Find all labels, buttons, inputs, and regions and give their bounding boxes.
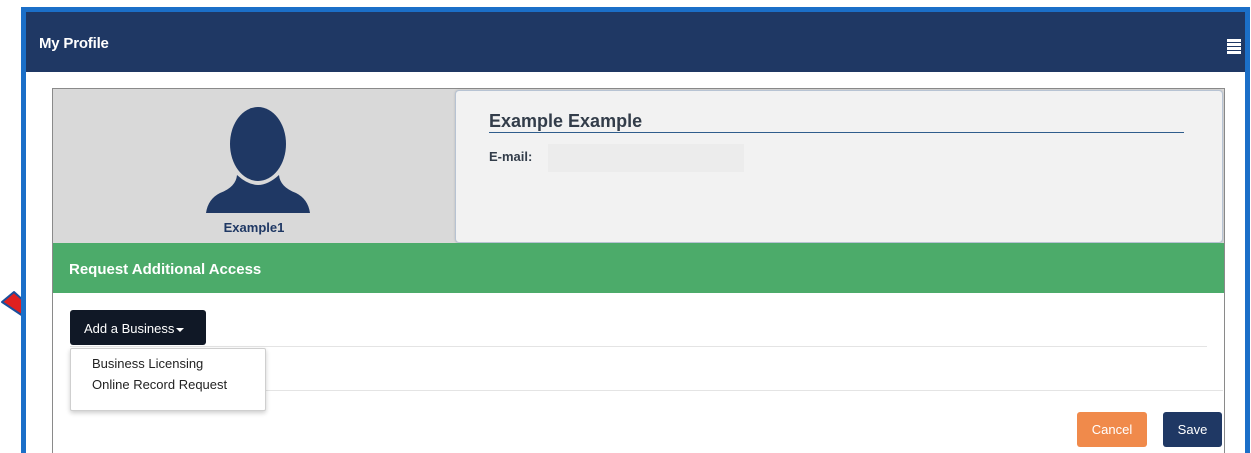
add-business-label: Add a Business (84, 321, 175, 336)
email-value (548, 144, 744, 172)
hamburger-menu-icon[interactable] (1227, 39, 1241, 54)
divider (70, 346, 1207, 347)
avatar-box: Example1 (53, 89, 455, 243)
name-underline (489, 132, 1184, 133)
business-dropdown-menu: Business Licensing Online Record Request (70, 348, 266, 411)
main-content: Example1 Example Example E-mail: Request… (26, 72, 1245, 453)
header-bar: My Profile (26, 12, 1245, 72)
profile-panel: Example1 Example Example E-mail: Request… (52, 88, 1225, 453)
cancel-button[interactable]: Cancel (1077, 412, 1147, 447)
save-button[interactable]: Save (1163, 412, 1222, 447)
page-title: My Profile (39, 35, 109, 52)
section-title: Request Additional Access (69, 261, 262, 278)
user-silhouette-icon (206, 107, 310, 213)
full-name: Example Example (489, 111, 643, 131)
menu-item-online-record-request[interactable]: Online Record Request (71, 378, 265, 399)
email-label: E-mail: (489, 149, 533, 164)
caret-down-icon (176, 327, 185, 332)
menu-item-business-licensing[interactable]: Business Licensing (71, 357, 265, 378)
request-access-header: Request Additional Access (53, 243, 1224, 293)
username-label: Example1 (223, 220, 285, 235)
profile-info-card: Example Example E-mail: (455, 90, 1223, 243)
profile-row: Example1 Example Example E-mail: (53, 89, 1224, 243)
add-business-button[interactable]: Add a Business (70, 310, 206, 345)
screenshot-frame: My Profile Example1 Example Example E-ma… (21, 7, 1250, 453)
